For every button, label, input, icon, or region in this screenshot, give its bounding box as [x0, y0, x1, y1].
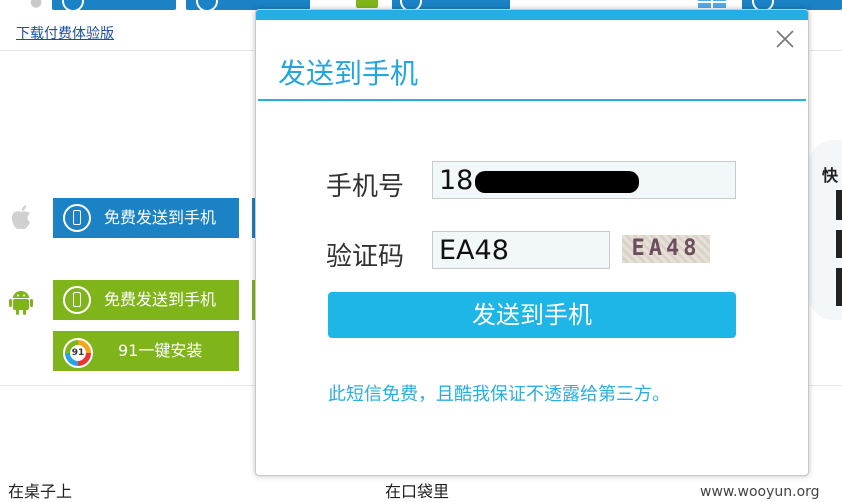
91-assistant-icon: 91	[63, 338, 93, 368]
download-circle-icon	[62, 0, 84, 12]
captcha-image[interactable]: EA48	[622, 235, 710, 263]
verification-code-input[interactable]: EA48	[432, 231, 610, 269]
android-send-label: 免费发送到手机	[104, 290, 217, 309]
android-icon-top	[356, 0, 378, 8]
watermark: www.wooyun.org	[700, 484, 820, 500]
phone-number-value: 18	[439, 165, 474, 196]
download-circle-icon-2	[196, 0, 218, 12]
windows-icon	[698, 0, 728, 8]
send-to-phone-button[interactable]: 发送到手机	[328, 292, 736, 338]
qr-code-fragment	[836, 230, 842, 258]
verification-code-label: 验证码	[326, 242, 405, 272]
section-caption-pocket: 在口袋里	[385, 482, 450, 501]
qr-code-fragment	[836, 268, 842, 306]
phone-number-label: 手机号	[326, 172, 405, 202]
privacy-notice: 此短信免费，且酷我保证不透露给第三方。	[328, 384, 670, 405]
dialog-title: 发送到手机	[278, 57, 419, 90]
ios-send-to-phone-button[interactable]: 免费发送到手机	[53, 198, 239, 238]
title-divider	[258, 99, 806, 101]
phone-number-input[interactable]: 18	[432, 161, 736, 199]
download-paid-version-link[interactable]: 下载付费体验版	[16, 23, 114, 43]
send-to-phone-dialog: 发送到手机 手机号 18 验证码 EA48 EA48 发送到手机 此短信免费，且…	[255, 9, 809, 476]
apple-icon: ●	[30, 0, 43, 10]
redaction-mark	[475, 171, 639, 193]
ios-send-label: 免费发送到手机	[104, 208, 217, 227]
apple-icon	[12, 205, 30, 230]
one-click-install-label: 91一键安装	[118, 341, 203, 360]
android-icon	[9, 291, 33, 315]
one-click-install-button[interactable]: 91 91一键安装	[53, 331, 239, 371]
android-send-to-phone-button[interactable]: 免费发送到手机	[53, 280, 239, 320]
qr-label: 快	[822, 166, 839, 185]
phone-icon	[63, 204, 91, 232]
phone-icon	[63, 286, 91, 314]
close-icon[interactable]	[774, 28, 796, 50]
qr-code-fragment	[836, 190, 842, 220]
dialog-top-bar	[256, 10, 808, 20]
section-caption-desk: 在桌子上	[8, 482, 73, 501]
